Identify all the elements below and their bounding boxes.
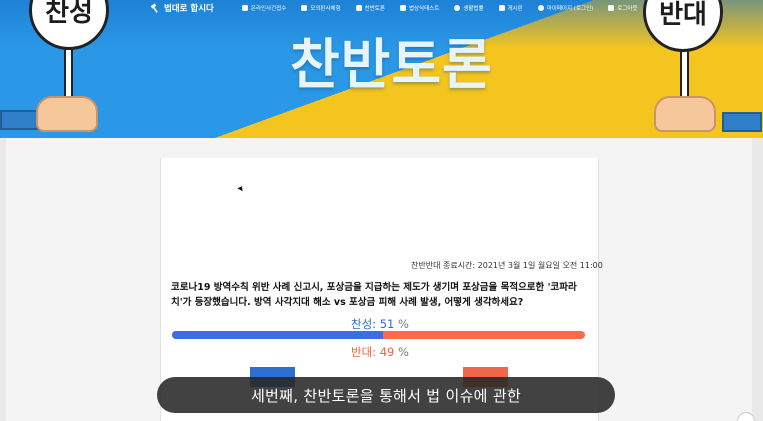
nav-item-label: 생활법률 — [463, 6, 484, 12]
nav-item-mypage[interactable]: 마이페이지 (로그인) — [537, 4, 594, 12]
nav-item-label: 법상식테스트 — [408, 6, 440, 12]
nav-item-life-law[interactable]: 생활법률 — [454, 4, 484, 12]
book-icon — [454, 5, 461, 11]
judge-icon — [301, 5, 308, 11]
right-sleeve-illustration — [722, 112, 762, 132]
left-sleeve-illustration — [0, 110, 40, 130]
agree-percent: 51 — [379, 317, 395, 331]
logout-icon — [608, 5, 615, 11]
agree-label: 찬성: — [351, 317, 380, 331]
banner-title: 찬반토론 — [290, 33, 493, 96]
nav-item-board[interactable]: 게시판 — [498, 4, 523, 12]
site-logo[interactable]: 법대로 합시다 — [150, 2, 214, 14]
gavel-icon — [150, 3, 158, 13]
nav-item-label: 게시판 — [507, 6, 523, 12]
nav-item-label: 모의판사체험 — [310, 6, 341, 12]
agree-result: 찬성: 51 % — [351, 316, 409, 332]
agree-fill — [172, 331, 383, 339]
percent-symbol: % — [398, 317, 409, 331]
debate-deadline: 찬반반대 종료시간: 2021년 3월 1일 월요일 오전 11:00 — [411, 261, 603, 270]
quiz-icon — [399, 5, 406, 11]
nav-item-debate[interactable]: 찬반토론 — [355, 4, 385, 12]
nav-item-law-quiz[interactable]: 법상식테스트 — [399, 4, 440, 12]
left-hand-illustration — [36, 96, 98, 132]
nav-item-logout[interactable]: 로그아웃 — [608, 4, 638, 12]
user-icon — [537, 5, 544, 11]
header-banner: 찬성 반대 법대로 합시다 온라인사건접수 모의판사체험 찬반토론 법상식테스트 — [0, 0, 763, 138]
disagree-label: 반대: — [351, 345, 380, 359]
disagree-percent: 49 — [379, 345, 395, 359]
top-nav: 법대로 합시다 온라인사건접수 모의판사체험 찬반토론 법상식테스트 생활법률 … — [150, 0, 653, 16]
site-logo-text: 법대로 합시다 — [164, 4, 214, 14]
nav-item-online-case[interactable]: 온라인사건접수 — [241, 4, 287, 12]
vote-progress-bar — [172, 331, 585, 339]
nav-item-mock-judge[interactable]: 모의판사체험 — [301, 4, 341, 12]
video-caption: 세번째, 찬반토론을 통해서 법 이슈에 관한 — [157, 377, 615, 413]
nav-item-label: 로그아웃 — [617, 6, 638, 12]
debate-icon — [355, 5, 362, 11]
nav-item-label: 마이페이지 (로그인) — [546, 6, 594, 12]
board-icon — [498, 5, 505, 11]
nav-item-label: 찬반토론 — [364, 6, 385, 12]
document-icon — [241, 5, 248, 11]
right-hand-illustration — [654, 96, 716, 132]
debate-question: 코로나19 방역수칙 위반 사례 신고시, 포상금을 지급하는 제도가 생기며 … — [171, 282, 577, 308]
scroll-top-button[interactable] — [737, 412, 755, 421]
disagree-result: 반대: 49 % — [351, 344, 409, 360]
nav-item-label: 온라인사건접수 — [250, 6, 287, 12]
percent-symbol: % — [398, 345, 409, 359]
